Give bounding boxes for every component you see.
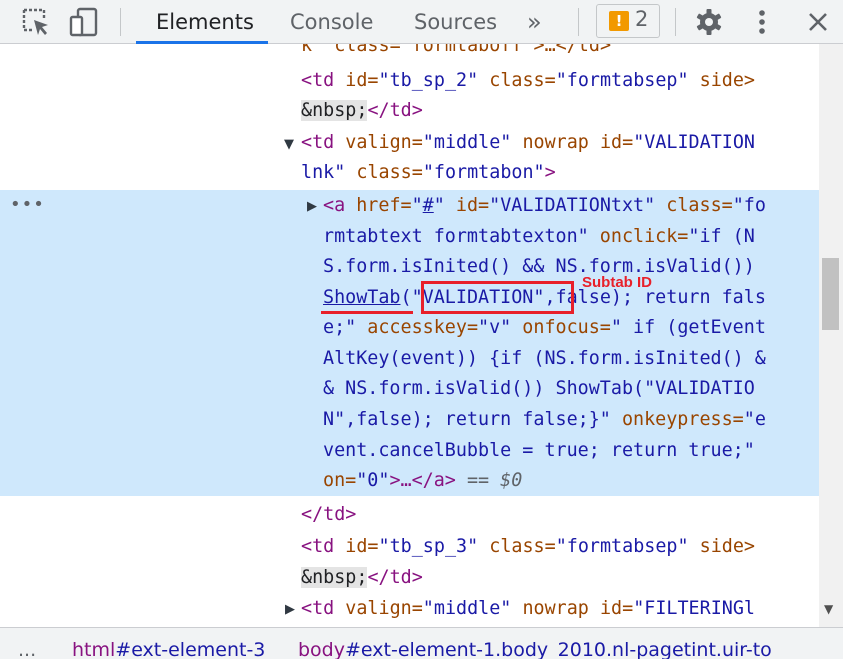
more-tabs-icon[interactable]: » — [527, 8, 542, 36]
more-options-icon[interactable] — [746, 6, 778, 38]
breadcrumb-item-html[interactable]: html#ext-element-3 — [72, 628, 265, 659]
issues-count: 2 — [635, 7, 649, 31]
subtab-id-highlight-box — [421, 281, 574, 314]
collapsed-triangle-icon[interactable]: ▶ — [285, 602, 295, 617]
tab-console[interactable]: Console — [290, 0, 373, 44]
dom-line[interactable]: </td> — [301, 500, 356, 530]
scrollbar-thumb[interactable] — [822, 258, 839, 330]
href-link[interactable]: # — [423, 195, 434, 216]
dom-line-selected[interactable]: S.form.isInited() && NS.form.isValid()) — [323, 252, 755, 282]
issues-button[interactable]: ! 2 — [596, 4, 660, 38]
subtab-id-label: Subtab ID — [582, 274, 652, 291]
dom-line[interactable]: &nbsp;</td> — [301, 96, 423, 126]
dom-line-selected[interactable]: e;" accesskey="v" onfocus=" if (getEvent — [323, 313, 766, 343]
tab-sources[interactable]: Sources — [414, 0, 497, 44]
dom-line-selected[interactable]: rmtabtext formtabtexton" onclick="if (N — [323, 222, 755, 252]
settings-gear-icon[interactable] — [693, 6, 725, 38]
scroll-down-arrow-icon[interactable]: ▼ — [824, 602, 833, 616]
dom-line[interactable]: <td id="tb_sp_3" class="formtabsep" side… — [301, 532, 755, 562]
device-toolbar-icon[interactable] — [68, 6, 100, 38]
dom-line[interactable]: &nbsp;</td> — [301, 563, 423, 593]
dom-line[interactable]: <td valign="middle" nowrap id="VALIDATIO… — [301, 128, 755, 158]
dom-line-selected[interactable]: AltKey(event)) {if (NS.form.isInited() & — [323, 344, 766, 374]
expanded-triangle-icon[interactable]: ▼ — [284, 137, 294, 152]
dom-line[interactable]: <td valign="middle" nowrap id="FILTERING… — [301, 594, 755, 624]
breadcrumb: ... html#ext-element-3 body#ext-element-… — [0, 627, 843, 659]
close-icon[interactable] — [802, 6, 834, 38]
vertical-scrollbar[interactable]: ▼ — [819, 44, 843, 627]
selected-node-marker: == $0 — [455, 470, 523, 491]
showtab-underline-annotation — [321, 311, 413, 314]
inspect-element-icon[interactable] — [20, 6, 52, 38]
dom-line-selected[interactable]: & NS.form.isValid()) ShowTab("VALIDATIO — [323, 374, 755, 404]
node-actions-icon[interactable]: ••• — [10, 194, 45, 215]
devtools-toolbar: Elements Console Sources » ! 2 — [0, 0, 843, 44]
dom-line[interactable]: lnk" class="formtabon"> — [301, 158, 556, 188]
dom-line-selected[interactable]: <a href="#" id="VALIDATIONtxt" class="fo — [323, 191, 766, 221]
dom-line[interactable]: <td id="tb_sp_2" class="formtabsep" side… — [301, 66, 755, 96]
toolbar-divider — [120, 8, 121, 36]
dom-line[interactable]: k" class="formtaboff">…</td> — [301, 44, 611, 61]
dom-line-selected[interactable]: vent.cancelBubble = true; return true;" — [323, 436, 755, 466]
toolbar-divider — [675, 8, 676, 36]
breadcrumb-overflow[interactable]: ... — [18, 628, 36, 659]
elements-tree[interactable]: ••• k" class="formtaboff">…</td> <td id=… — [0, 44, 819, 627]
dom-line-selected[interactable]: N",false); return false;}" onkeypress="e — [323, 405, 766, 435]
tab-elements[interactable]: Elements — [156, 0, 254, 44]
collapsed-triangle-icon[interactable]: ▶ — [307, 199, 317, 214]
breadcrumb-item-body[interactable]: body#ext-element-1.body_2010.nl-pagetint… — [298, 628, 772, 659]
toolbar-divider — [578, 8, 579, 36]
showtab-link[interactable]: ShowTab — [323, 287, 401, 308]
dom-line-selected[interactable]: on="0">…</a> == $0 — [323, 466, 522, 496]
warning-icon: ! — [609, 11, 629, 31]
